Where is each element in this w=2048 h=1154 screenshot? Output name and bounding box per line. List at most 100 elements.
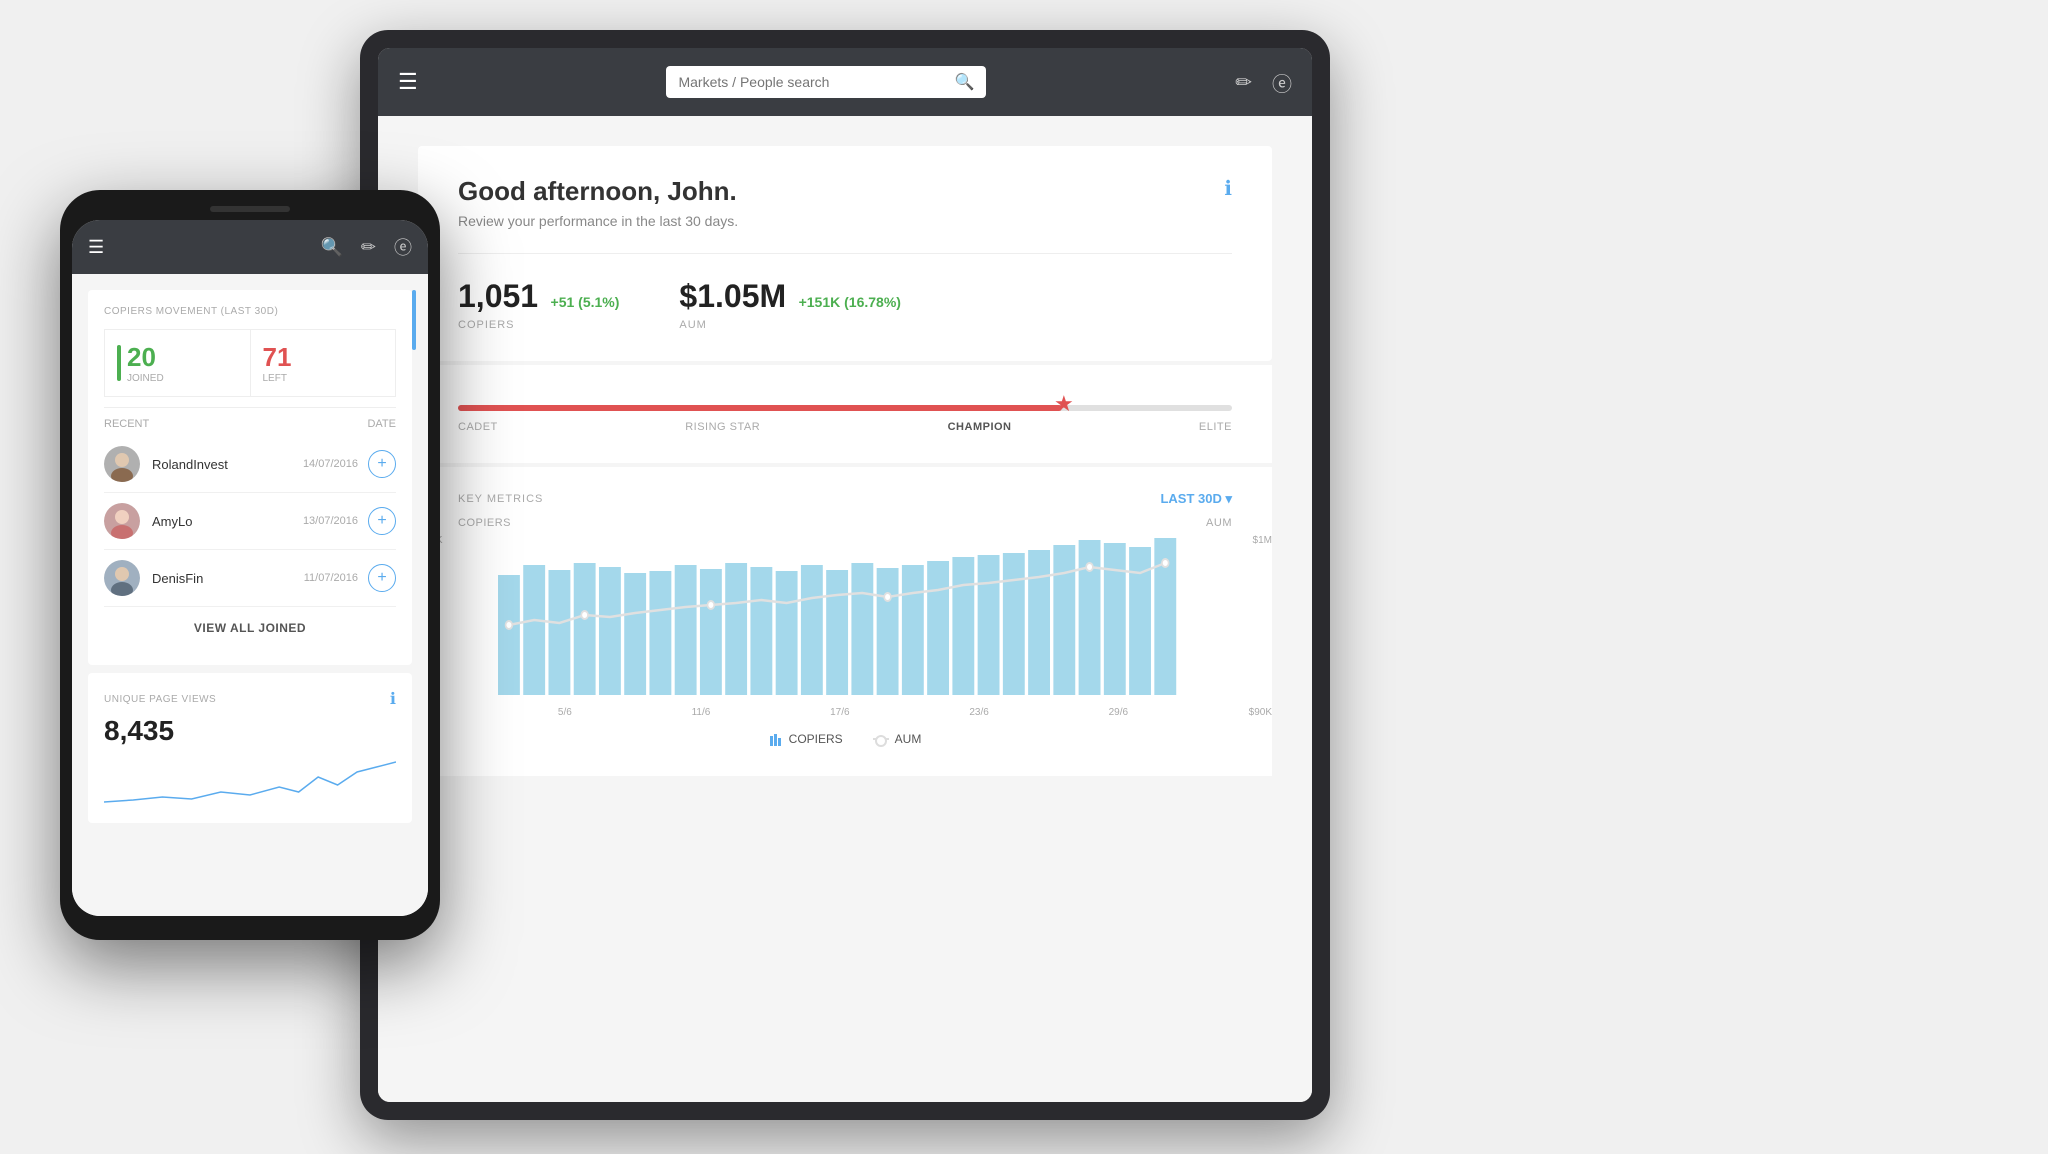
page-views-info-icon[interactable]: ℹ <box>390 689 396 709</box>
phone-header: ☰ 🔍 ✏ ⓔ <box>72 220 428 274</box>
phone-search-icon[interactable]: 🔍 <box>320 237 342 258</box>
greeting-section: Good afternoon, John. Review your perfor… <box>418 146 1272 361</box>
chart-container <box>498 535 1188 695</box>
left-stat: 71 LEFT <box>251 330 396 396</box>
page-views-title: UNIQUE PAGE VIEWS <box>104 694 216 705</box>
x-label-3: 17/6 <box>830 707 849 718</box>
tablet-screen: ☰ 🔍 ✏ ⓔ Good afternoon, John. Review you… <box>378 48 1312 1102</box>
left-value: 71 <box>263 342 384 373</box>
chart-wrapper: 0.9K 1K <box>458 535 1232 718</box>
tablet-user-icon[interactable]: ⓔ <box>1272 68 1292 97</box>
chart-legend: COPIERS AUM <box>458 732 1232 746</box>
metrics-section: KEY METRICS LAST 30D ▾ COPIERS AUM 0.9K … <box>418 467 1272 776</box>
page-views-header: UNIQUE PAGE VIEWS ℹ <box>104 689 396 709</box>
rank-label-elite: ELITE <box>1199 421 1232 433</box>
info-icon[interactable]: ℹ <box>1224 176 1232 201</box>
rank-label-rising-star: RISING STAR <box>685 421 760 433</box>
stats-row: 1,051 +51 (5.1%) COPIERS $1.05M +151K (1… <box>458 253 1232 331</box>
view-all-joined-button[interactable]: VIEW ALL JOINED <box>104 607 396 649</box>
chart-svg <box>498 535 1188 695</box>
aum-label: AUM <box>679 319 901 331</box>
phone-user-icon[interactable]: ⓔ <box>394 234 412 260</box>
joined-label: JOINED <box>127 373 164 384</box>
legend-copiers-label: COPIERS <box>789 732 843 746</box>
tablet-search-bar[interactable]: 🔍 <box>666 66 986 98</box>
rank-label-cadet: CADET <box>458 421 498 433</box>
avatar-roland <box>104 446 140 482</box>
copiers-axis-label: COPIERS <box>458 517 511 529</box>
copiers-label: COPIERS <box>458 319 619 331</box>
rank-bar-bg: ★ <box>458 405 1232 411</box>
copiers-change: +51 (5.1%) <box>551 294 620 310</box>
rank-labels: CADET RISING STAR CHAMPION ELITE <box>458 421 1232 433</box>
x-label-5: 29/6 <box>1109 707 1128 718</box>
person-date-denisfin: 11/07/2016 <box>304 572 358 584</box>
tablet-device: ☰ 🔍 ✏ ⓔ Good afternoon, John. Review you… <box>360 30 1330 1120</box>
add-amylo-button[interactable]: + <box>368 507 396 535</box>
left-label: LEFT <box>263 373 384 384</box>
add-roland-button[interactable]: + <box>368 450 396 478</box>
phone-device: ☰ 🔍 ✏ ⓔ COPIERS MOVEMENT (LAST 30D) 20 <box>60 190 440 940</box>
y-label-top-right: $1M <box>1249 535 1272 546</box>
person-name-denisfin: DenisFin <box>152 571 304 586</box>
avatar-amylo <box>104 503 140 539</box>
legend-aum[interactable]: AUM <box>873 732 922 746</box>
phone-header-icons: 🔍 ✏ ⓔ <box>320 234 412 260</box>
add-denisfin-button[interactable]: + <box>368 564 396 592</box>
metrics-title: KEY METRICS <box>458 493 543 505</box>
tablet-menu-icon[interactable]: ☰ <box>398 69 418 95</box>
aum-line-icon <box>873 738 889 740</box>
mini-chart <box>104 757 396 807</box>
aum-stat: $1.05M +151K (16.78%) AUM <box>679 278 901 331</box>
phone-content: COPIERS MOVEMENT (LAST 30D) 20 JOINED 71 <box>72 274 428 916</box>
page-views-card: UNIQUE PAGE VIEWS ℹ 8,435 <box>88 673 412 823</box>
rank-star-icon: ★ <box>1054 391 1074 417</box>
copiers-stat: 1,051 +51 (5.1%) COPIERS <box>458 278 619 331</box>
tablet-search-input[interactable] <box>678 74 948 90</box>
person-name-roland: RolandInvest <box>152 457 303 472</box>
legend-copiers[interactable]: COPIERS <box>769 732 843 746</box>
copiers-movement-card: COPIERS MOVEMENT (LAST 30D) 20 JOINED 71 <box>88 290 412 665</box>
joined-value: 20 <box>127 342 164 373</box>
person-date-roland: 14/07/2016 <box>303 458 358 470</box>
legend-aum-label: AUM <box>895 732 922 746</box>
chart-x-labels: 5/6 11/6 17/6 23/6 29/6 <box>498 707 1188 718</box>
tablet-header: ☰ 🔍 ✏ ⓔ <box>378 48 1312 116</box>
bar-chart-icon <box>769 732 783 746</box>
person-row: AmyLo 13/07/2016 + <box>104 493 396 550</box>
date-label: DATE <box>367 418 396 430</box>
page-views-value: 8,435 <box>104 715 396 747</box>
rank-bar-fill <box>458 405 1062 411</box>
joined-stat: 20 JOINED <box>105 330 251 396</box>
metrics-axes: COPIERS AUM <box>458 517 1232 529</box>
tablet-content: Good afternoon, John. Review your perfor… <box>378 116 1312 1102</box>
person-date-amylo: 13/07/2016 <box>303 515 358 527</box>
greeting-title: Good afternoon, John. <box>458 176 738 207</box>
rank-section: ★ CADET RISING STAR CHAMPION ELITE <box>418 365 1272 463</box>
aum-change: +151K (16.78%) <box>799 294 901 310</box>
avatar-denisfin <box>104 560 140 596</box>
copiers-value: 1,051 <box>458 278 538 314</box>
phone-speaker <box>210 206 290 212</box>
greeting-subtitle: Review your performance in the last 30 d… <box>458 213 738 229</box>
metrics-header: KEY METRICS LAST 30D ▾ <box>458 491 1232 507</box>
metrics-period-selector[interactable]: LAST 30D ▾ <box>1160 491 1232 507</box>
aum-value: $1.05M <box>679 278 786 314</box>
copiers-movement-title: COPIERS MOVEMENT (LAST 30D) <box>104 306 396 317</box>
person-name-amylo: AmyLo <box>152 514 303 529</box>
x-label-4: 23/6 <box>969 707 988 718</box>
greeting-header: Good afternoon, John. Review your perfor… <box>458 176 1232 229</box>
tablet-header-right: ✏ ⓔ <box>1235 68 1292 97</box>
aum-axis-label: AUM <box>1206 517 1232 529</box>
phone-menu-icon[interactable]: ☰ <box>88 237 104 258</box>
joined-bar <box>117 345 121 381</box>
y-label-bottom-right: $90K <box>1249 707 1272 718</box>
sidebar-scroll-bar <box>412 290 416 350</box>
tablet-edit-icon[interactable]: ✏ <box>1235 70 1252 95</box>
chart-y-labels-right: $1M $90K <box>1249 535 1272 718</box>
phone-edit-icon[interactable]: ✏ <box>361 237 376 258</box>
phone-screen: ☰ 🔍 ✏ ⓔ COPIERS MOVEMENT (LAST 30D) 20 <box>72 220 428 916</box>
copiers-movement-row: 20 JOINED 71 LEFT <box>104 329 396 397</box>
person-row: DenisFin 11/07/2016 + <box>104 550 396 607</box>
rank-bar-container: ★ CADET RISING STAR CHAMPION ELITE <box>458 405 1232 433</box>
